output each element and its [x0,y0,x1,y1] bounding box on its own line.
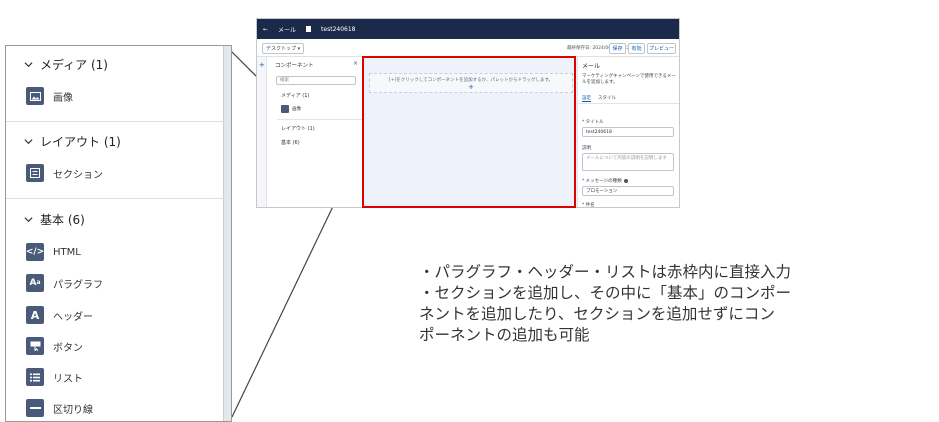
component-item-image[interactable]: 画像 [26,86,73,106]
section-title-layout: レイアウト (1) [40,135,121,149]
component-label: リスト [53,373,83,385]
component-label: 区切り線 [53,404,93,416]
component-item-section[interactable]: セクション [26,163,103,183]
properties-panel: メール マーケティングキャンペーンで使用できるメールを追加します。 設定 スタイ… [577,57,679,208]
section-basic-mini[interactable]: 基本 (6) [281,139,300,146]
message-type-label: * メッセージの種類 [582,178,628,184]
note-line-2: ・セクションを追加し、その中に「基本」のコンポー [419,284,792,302]
section-title-basic: 基本 (6) [40,213,85,227]
component-item-button[interactable]: ボタン [26,336,83,356]
device-select[interactable]: デスクトップ ▾ [262,43,304,54]
section-header-basic[interactable]: 基本 (6) [24,211,85,228]
section-layout: レイアウト (1) セクション [6,121,225,198]
message-type-select[interactable]: プロモーション [582,186,674,196]
description-field-label: 説明 [582,146,591,151]
component-item-list[interactable]: リスト [26,367,83,387]
section-title-media: メディア (1) [40,58,108,72]
explanation-notes: ・パラグラフ・ヘッダー・リストは赤枠内に直接入力 ・セクションを追加し、その中に… [419,262,934,346]
component-label: 画像 [53,92,73,104]
left-rail: + [257,57,267,207]
component-label: HTML [53,246,81,258]
image-icon [26,87,44,105]
divider [578,103,679,104]
html-code-icon: </> [26,243,44,261]
save-button[interactable]: 保存 [609,43,626,54]
subject-field-label: * 件名 [582,203,595,208]
tab-settings[interactable]: 設定 [582,95,591,102]
section-icon [26,164,44,182]
section-header-media[interactable]: メディア (1) [24,56,108,73]
paragraph-icon: Aa [26,274,44,292]
note-line-1: ・パラグラフ・ヘッダー・リストは赤枠内に直接入力 [419,263,792,281]
components-panel: コンポーネント × 検索 メディア (1) 画像 レイアウト (1) 基本 (6… [267,57,362,207]
properties-description: マーケティングキャンペーンで使用できるメールを追加します。 [582,74,676,85]
tab-style[interactable]: スタイル [598,95,616,102]
note-line-3: ネントを追加したり、セクションを追加せずにコン [419,305,775,323]
section-media: メディア (1) 画像 [6,46,225,122]
topbar-tab-label[interactable]: メール [278,25,296,34]
title-field-label: * タイトル [582,120,604,125]
divider [277,119,362,120]
section-layout-mini[interactable]: レイアウト (1) [281,125,315,132]
help-icon[interactable] [623,178,628,183]
document-icon [306,26,312,32]
record-name: test240618 [321,25,356,33]
preview-button[interactable]: プレビュー [647,43,676,54]
chevron-down-icon [24,217,33,223]
component-item-header[interactable]: A ヘッダー [26,305,93,325]
back-arrow-icon[interactable]: ← [263,26,268,33]
component-label: ヘッダー [53,311,93,323]
component-label: パラグラフ [53,279,103,291]
button-icon [26,337,44,355]
image-label-mini[interactable]: 画像 [292,106,301,112]
app-topbar: ← メール test240618 [257,19,679,39]
chevron-down-icon [24,62,33,68]
app-toolbar: デスクトップ ▾ 最終保存日: 2024/06/18 15:27 保存 有効 プ… [257,39,679,57]
image-icon [281,105,289,113]
section-basic: 基本 (6) </> HTML Aa パラグラフ A ヘッダー ボタン リスト [6,198,225,421]
activate-button[interactable]: 有効 [628,43,645,54]
note-line-4: ポーネントの追加も可能 [419,326,590,344]
canvas-highlight-frame [362,56,576,208]
section-media-mini[interactable]: メディア (1) [281,92,309,99]
component-item-divider[interactable]: 区切り線 [26,398,93,418]
description-field[interactable]: メールについて内容の説明を説明します [582,153,674,171]
properties-tabs: 設定 スタイル [582,95,616,102]
component-palette-zoom: メディア (1) 画像 レイアウト (1) セクション 基本 (6) </> H [5,45,232,422]
list-icon [26,368,44,386]
header-icon: A [26,306,44,324]
component-item-paragraph[interactable]: Aa パラグラフ [26,273,103,293]
title-field[interactable]: test240618 [582,127,674,137]
divider-icon [26,399,44,417]
search-input[interactable]: 検索 [276,76,356,85]
components-panel-title: コンポーネント [275,63,314,69]
component-item-html[interactable]: </> HTML [26,242,81,262]
chevron-down-icon [24,139,33,145]
close-icon[interactable]: × [353,60,358,67]
section-header-layout[interactable]: レイアウト (1) [24,133,121,150]
component-label: ボタン [53,342,83,354]
component-label: セクション [53,169,103,181]
properties-title: メール [582,63,601,70]
add-component-icon[interactable]: + [259,61,265,69]
